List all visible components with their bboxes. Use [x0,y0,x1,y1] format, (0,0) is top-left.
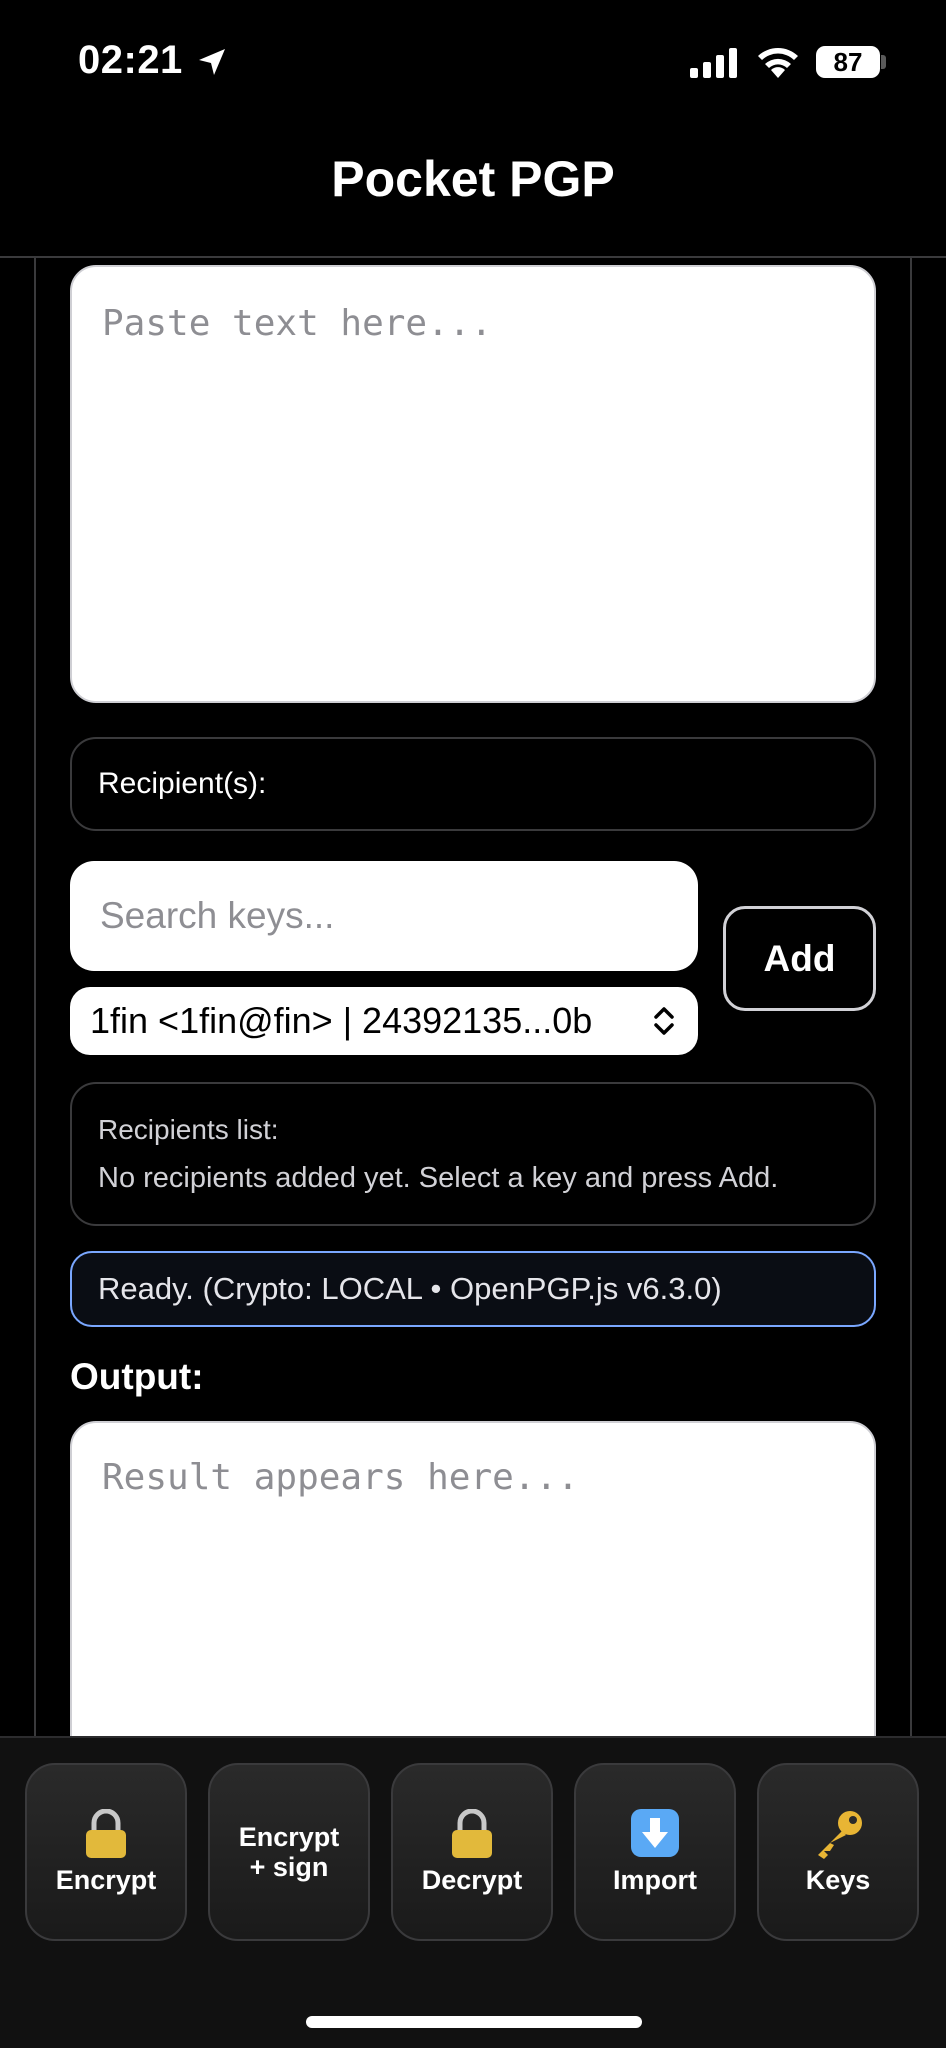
encrypt-sign-label-line2: + sign [249,1852,329,1882]
keys-label: Keys [805,1865,871,1895]
location-arrow-icon [199,49,225,75]
input-textarea[interactable] [70,265,876,703]
wifi-icon [758,48,798,78]
recipients-list-title: Recipients list: [98,1113,279,1145]
recipients-list: Recipients list: No recipients added yet… [70,1082,876,1226]
lock-icon [86,1809,126,1858]
header-divider [0,256,946,258]
encrypt-sign-label-line1: Encrypt [238,1822,340,1852]
recipients-label: Recipient(s): [98,767,267,800]
battery-tip [881,55,886,69]
lock-icon [452,1809,492,1858]
cellular-signal-icon [690,48,737,78]
status-time: 02:21 [78,38,183,82]
home-indicator [306,2016,642,2028]
keys-button[interactable]: Keys [757,1763,919,1941]
import-label: Import [613,1865,697,1895]
battery-level: 87 [833,46,863,77]
add-recipient-button[interactable]: Add [723,906,876,1011]
key-select[interactable]: 1fin <1fin@fin> | 24392135...0b [70,987,698,1055]
status-message: Ready. (Crypto: LOCAL • OpenPGP.js v6.3.… [70,1251,876,1327]
page-title: Pocket PGP [331,151,615,207]
recipients-list-empty: No recipients added yet. Select a key an… [98,1161,779,1194]
download-arrow-icon [631,1809,679,1857]
key-select-value: 1fin <1fin@fin> | 24392135...0b [90,1000,593,1041]
chevron-up-down-icon [654,1007,674,1035]
import-button[interactable]: Import [574,1763,736,1941]
encrypt-sign-button[interactable]: Encrypt + sign [208,1763,370,1941]
key-icon [818,1811,862,1859]
decrypt-button[interactable]: Decrypt [391,1763,553,1941]
search-keys-input[interactable] [70,861,698,971]
decrypt-label: Decrypt [421,1865,523,1895]
encrypt-label: Encrypt [55,1865,157,1895]
output-label: Output: [70,1356,204,1397]
content-frame-right [910,258,912,1736]
battery-indicator: 87 [816,46,880,78]
encrypt-button[interactable]: Encrypt [25,1763,187,1941]
recipients-field[interactable]: Recipient(s): [70,737,876,831]
content-frame-left [34,258,36,1736]
